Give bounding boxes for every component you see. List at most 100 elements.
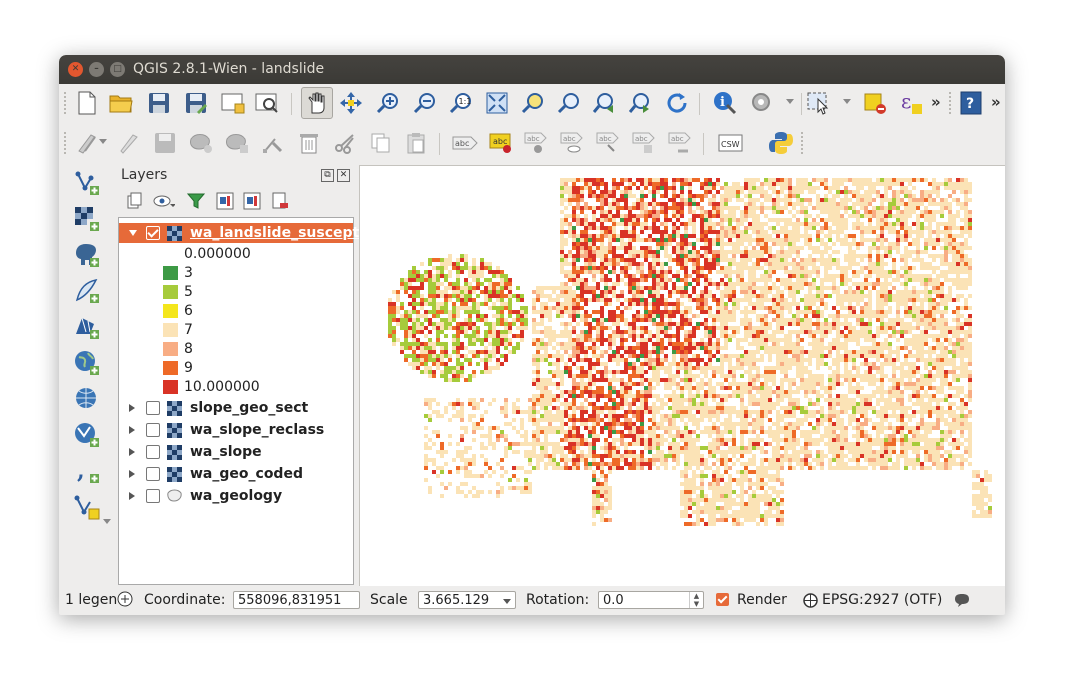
layer-row-wa-geology[interactable]: wa_geology (119, 486, 353, 506)
save-as-icon[interactable] (182, 89, 210, 117)
add-spatialite-layer-icon[interactable] (73, 277, 101, 305)
move-feature-icon[interactable] (223, 129, 251, 157)
map-tips-icon[interactable] (748, 89, 776, 117)
rotate-label-icon[interactable]: abc (631, 129, 659, 157)
add-wfs-layer-icon[interactable] (73, 421, 101, 449)
add-vector-layer-icon[interactable] (73, 169, 101, 197)
expand-arrow-icon[interactable] (129, 404, 135, 412)
map-pixel (932, 334, 936, 338)
select-dropdown[interactable] (843, 99, 851, 104)
toolbar-grip[interactable] (64, 92, 69, 114)
add-wms-layer-icon[interactable] (73, 349, 101, 377)
raster-layer-icon (167, 423, 182, 438)
map-pixel (420, 370, 424, 374)
zoom-last-icon[interactable] (591, 89, 619, 117)
expand-arrow-icon[interactable] (129, 426, 135, 434)
manage-visibility-icon[interactable] (150, 187, 178, 215)
layer-labeling-icon[interactable]: abc (487, 129, 515, 157)
layer-row-wa-geo-coded[interactable]: wa_geo_coded (119, 464, 353, 484)
remove-layer-icon[interactable] (266, 187, 294, 215)
layer-visibility-checkbox[interactable] (146, 445, 160, 459)
toolbar-grip[interactable] (949, 92, 954, 114)
toolbar-overflow-button[interactable]: » (931, 93, 941, 111)
add-mssql-layer-icon[interactable] (73, 313, 101, 341)
zoom-next-icon[interactable] (627, 89, 655, 117)
add-delimited-text-icon[interactable]: , (73, 457, 101, 485)
layer-row-slope-geo-sect[interactable]: slope_geo_sect (119, 398, 353, 418)
close-window-button[interactable]: ✕ (68, 62, 83, 77)
map-pixel (776, 330, 780, 334)
toolbar-grip[interactable] (64, 132, 69, 154)
change-label-icon[interactable]: abc (667, 129, 695, 157)
help-icon[interactable]: ? (957, 89, 985, 117)
add-postgis-layer-icon[interactable] (73, 241, 101, 269)
deselect-icon[interactable] (861, 89, 889, 117)
edit-pencil-icon[interactable] (115, 129, 143, 157)
refresh-icon[interactable] (663, 89, 691, 117)
zoom-to-layer-icon[interactable] (555, 89, 583, 117)
cut-features-icon[interactable] (331, 129, 359, 157)
layer-visibility-checkbox[interactable] (146, 423, 160, 437)
delete-selected-icon[interactable] (295, 129, 323, 157)
add-raster-layer-icon[interactable] (73, 205, 101, 233)
show-hide-labels-icon[interactable]: abc (559, 129, 587, 157)
open-project-icon[interactable] (107, 89, 135, 117)
pin-labels-icon[interactable]: abc (523, 129, 551, 157)
layer-visibility-checkbox[interactable] (146, 467, 160, 481)
pan-map-icon[interactable] (301, 87, 333, 119)
csw-icon[interactable]: CSW (717, 129, 745, 157)
expression-select-icon[interactable]: ε (897, 89, 925, 117)
add-wcs-layer-icon[interactable] (73, 385, 101, 413)
save-edits-icon[interactable] (151, 129, 179, 157)
map-pixel (912, 302, 916, 306)
digitize-icon[interactable] (73, 129, 101, 157)
identify-icon[interactable]: i (711, 89, 739, 117)
new-project-icon[interactable] (73, 89, 101, 117)
label-icon[interactable]: abc (451, 129, 479, 157)
collapse-all-icon[interactable] (238, 187, 266, 215)
new-layer-dropdown[interactable] (103, 519, 111, 524)
pan-to-selection-icon[interactable] (337, 89, 365, 117)
expand-arrow-icon[interactable] (129, 448, 135, 456)
add-group-icon[interactable] (121, 187, 149, 215)
collapse-arrow-icon[interactable] (129, 230, 137, 236)
move-label-icon[interactable]: abc (595, 129, 623, 157)
layer-visibility-checkbox[interactable] (146, 401, 160, 415)
new-print-composer-icon[interactable] (219, 89, 247, 117)
layer-row-wa-landslide-suscept[interactable]: wa_landslide_suscept (119, 223, 359, 243)
zoom-in-icon[interactable] (374, 89, 402, 117)
map-pixel (432, 346, 436, 350)
expand-arrow-icon[interactable] (129, 492, 135, 500)
zoom-full-icon[interactable] (483, 89, 511, 117)
float-panel-button[interactable]: ⧉ (321, 169, 334, 182)
python-icon[interactable] (767, 129, 795, 157)
expand-all-icon[interactable] (211, 187, 239, 215)
zoom-native-icon[interactable]: 1:1 (447, 89, 475, 117)
map-pixel (680, 234, 684, 238)
map-pixel (932, 310, 936, 314)
paste-features-icon[interactable] (403, 129, 431, 157)
select-features-icon[interactable] (805, 89, 833, 117)
maximize-window-button[interactable]: □ (110, 62, 125, 77)
layer-visibility-checkbox[interactable] (146, 226, 160, 240)
close-panel-button[interactable]: ✕ (337, 169, 350, 182)
layer-visibility-checkbox[interactable] (146, 489, 160, 503)
composer-manager-icon[interactable] (253, 89, 281, 117)
toolbar-grip[interactable] (801, 132, 806, 154)
minimize-window-button[interactable]: – (89, 62, 104, 77)
zoom-to-selection-icon[interactable] (519, 89, 547, 117)
copy-features-icon[interactable] (367, 129, 395, 157)
expand-arrow-icon[interactable] (129, 470, 135, 478)
digitize-dropdown[interactable] (99, 139, 107, 144)
layer-row-wa-slope-reclass[interactable]: wa_slope_reclass (119, 420, 353, 440)
new-shapefile-icon[interactable] (73, 493, 101, 521)
map-tips-dropdown[interactable] (786, 99, 794, 104)
add-feature-icon[interactable] (187, 129, 215, 157)
filter-legend-icon[interactable] (182, 187, 210, 215)
toolbar-overflow-button-2[interactable]: » (991, 93, 1001, 111)
save-project-icon[interactable] (145, 89, 173, 117)
layer-row-wa-slope[interactable]: wa_slope (119, 442, 353, 462)
map-canvas[interactable] (359, 165, 1005, 586)
zoom-out-icon[interactable] (411, 89, 439, 117)
node-tool-icon[interactable] (259, 129, 287, 157)
